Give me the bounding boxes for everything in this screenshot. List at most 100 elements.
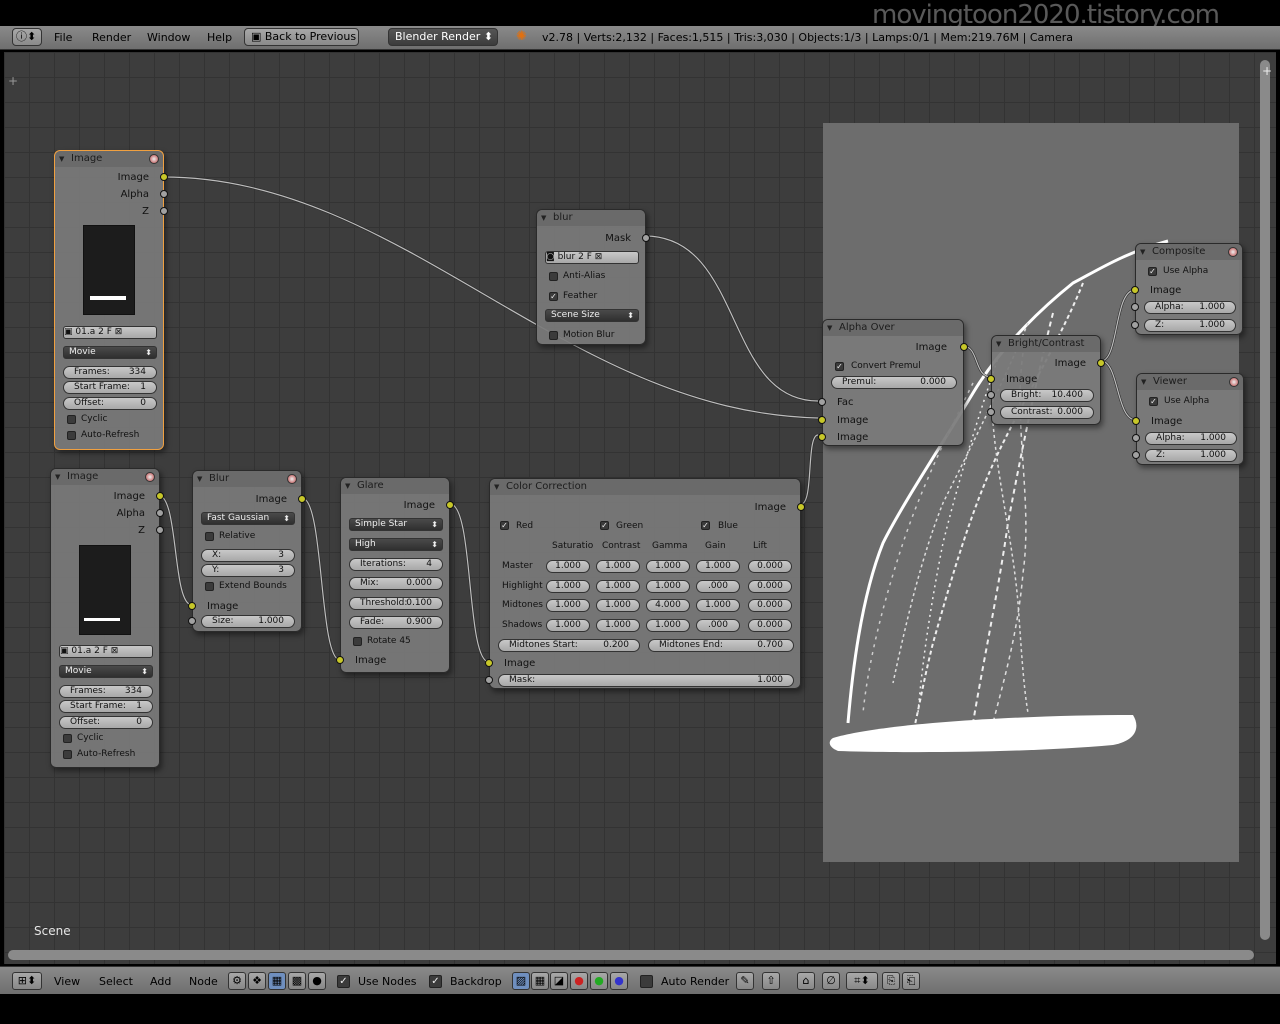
- premul-field[interactable]: Premul: 0.000: [831, 376, 957, 389]
- cc-field[interactable]: .000: [696, 619, 740, 632]
- channel-red-icon[interactable]: ●: [570, 972, 588, 990]
- size-field[interactable]: Size: 1.000: [201, 615, 295, 628]
- z-field[interactable]: Z: 1.000: [1145, 449, 1237, 462]
- use-alpha-checkbox[interactable]: ✓: [1148, 267, 1157, 276]
- size-mode-select[interactable]: Scene Size: [545, 309, 639, 322]
- anti-alias-checkbox[interactable]: [549, 272, 558, 281]
- menu-view[interactable]: View: [54, 975, 80, 988]
- cc-field[interactable]: .000: [696, 580, 740, 593]
- node-header[interactable]: Color Correction: [490, 479, 800, 495]
- input-image-socket[interactable]: [188, 602, 196, 610]
- output-alpha-socket[interactable]: [160, 190, 168, 198]
- close-icon[interactable]: ⊠: [111, 646, 119, 656]
- cc-field[interactable]: 1.000: [596, 619, 640, 632]
- channels-rgb-icon[interactable]: ▨: [512, 972, 530, 990]
- menu-add[interactable]: Add: [150, 975, 171, 988]
- cc-field[interactable]: 1.000: [596, 560, 640, 573]
- iterations-field[interactable]: Iterations: 4: [349, 558, 443, 571]
- node-header[interactable]: Image: [51, 469, 159, 485]
- image-datablock[interactable]: ▣ 01.a 2 F ⊠: [63, 326, 157, 339]
- feather-checkbox[interactable]: ✓: [549, 292, 558, 301]
- material-icon[interactable]: ●: [308, 972, 326, 990]
- node-preview-icon[interactable]: [149, 154, 159, 164]
- use-alpha-checkbox[interactable]: ✓: [1149, 397, 1158, 406]
- cc-field[interactable]: 1.000: [546, 619, 590, 632]
- output-image-socket[interactable]: [797, 503, 805, 511]
- bright-field[interactable]: Bright: 10.400: [1000, 389, 1094, 402]
- cc-field[interactable]: 1.000: [646, 560, 690, 573]
- input-image-socket[interactable]: [987, 375, 995, 383]
- output-image-socket[interactable]: [446, 501, 454, 509]
- pin-icon[interactable]: ✎: [736, 972, 754, 990]
- input-size-socket[interactable]: [188, 617, 196, 625]
- node-header[interactable]: Image: [55, 151, 163, 167]
- output-alpha-socket[interactable]: [156, 509, 164, 517]
- toolshelf-toggle-icon[interactable]: +: [8, 74, 18, 88]
- bright-contrast-node[interactable]: Bright/Contrast Image Image Bright:10.40…: [987, 335, 1105, 425]
- input-image-socket[interactable]: [1131, 286, 1139, 294]
- rotate45-checkbox[interactable]: [353, 637, 362, 646]
- alpha-over-node[interactable]: Alpha Over Image ✓ Convert Premul Premul:…: [818, 319, 968, 446]
- channels-alpha-icon[interactable]: ▦: [531, 972, 549, 990]
- mask-field[interactable]: Mask: 1.000: [498, 674, 794, 687]
- offset-field[interactable]: Offset: 0: [63, 397, 157, 410]
- menu-window[interactable]: Window: [147, 31, 190, 44]
- motion-blur-checkbox[interactable]: [549, 331, 558, 340]
- cc-field[interactable]: 1.000: [596, 580, 640, 593]
- cc-field[interactable]: 1.000: [696, 560, 740, 573]
- editor-type-button[interactable]: ⊞⬍: [12, 972, 42, 990]
- cc-field[interactable]: 0.000: [748, 580, 792, 593]
- channel-blue-icon[interactable]: ●: [610, 972, 628, 990]
- frames-field[interactable]: Frames: 334: [63, 366, 157, 379]
- fade-field[interactable]: Fade: 0.900: [349, 616, 443, 629]
- node-header[interactable]: Bright/Contrast: [992, 336, 1100, 352]
- input-z-socket[interactable]: [1131, 321, 1139, 329]
- mask-node[interactable]: blur Mask ◙ blur 2 F ⊠ Anti-Alias ✓ Feath…: [536, 209, 650, 345]
- output-image-socket[interactable]: [298, 495, 306, 503]
- contrast-field[interactable]: Contrast: 0.000: [1000, 406, 1094, 419]
- x-field[interactable]: X: 3: [201, 549, 295, 562]
- vertical-scrollbar[interactable]: [1260, 60, 1270, 940]
- convert-premul-checkbox[interactable]: ✓: [835, 362, 844, 371]
- paste-icon[interactable]: ⎗: [902, 972, 920, 990]
- node-preview-icon[interactable]: [1228, 247, 1238, 257]
- output-z-socket[interactable]: [160, 207, 168, 215]
- node-header[interactable]: Viewer: [1137, 374, 1243, 390]
- render-engine-select[interactable]: Blender Render ⬍: [388, 28, 498, 46]
- cc-field[interactable]: 1.000: [646, 580, 690, 593]
- image-source-select[interactable]: Movie: [59, 665, 153, 678]
- blue-checkbox[interactable]: ✓: [701, 521, 710, 530]
- channels-rgba-icon[interactable]: ◪: [550, 972, 568, 990]
- alpha-field[interactable]: Alpha: 1.000: [1145, 432, 1237, 445]
- mix-field[interactable]: Mix: 0.000: [349, 577, 443, 590]
- z-field[interactable]: Z: 1.000: [1144, 319, 1236, 332]
- copy-icon[interactable]: ⎘: [882, 972, 900, 990]
- input-bright-socket[interactable]: [987, 391, 995, 399]
- input-alpha-socket[interactable]: [1132, 434, 1140, 442]
- auto-refresh-checkbox[interactable]: [63, 750, 72, 759]
- menu-render[interactable]: Render: [92, 31, 131, 44]
- node-header[interactable]: Glare: [341, 478, 449, 494]
- input-alpha-socket[interactable]: [1131, 303, 1139, 311]
- cc-field[interactable]: 1.000: [546, 580, 590, 593]
- alpha-field[interactable]: Alpha: 1.000: [1144, 301, 1236, 314]
- glare-type-select[interactable]: Simple Star: [349, 518, 443, 531]
- output-image-socket[interactable]: [160, 173, 168, 181]
- start-frame-field[interactable]: Start Frame: 1: [63, 381, 157, 394]
- offset-field[interactable]: Offset: 0: [59, 716, 153, 729]
- input-image-socket[interactable]: [336, 656, 344, 664]
- glare-node[interactable]: Glare Image Simple Star High Iterations:…: [336, 477, 454, 673]
- cc-field[interactable]: 1.000: [546, 560, 590, 573]
- close-icon[interactable]: ⊠: [595, 252, 603, 262]
- threshold-field[interactable]: Threshold: 0.100: [349, 597, 443, 610]
- menu-node[interactable]: Node: [189, 975, 218, 988]
- object-tree-icon[interactable]: ❖: [248, 972, 266, 990]
- node-preview-icon[interactable]: [287, 474, 297, 484]
- snap-element-icon[interactable]: ∅: [822, 972, 840, 990]
- image-node-1[interactable]: Image Image Alpha Z ▣ 01.a 2 F ⊠ Movie F…: [54, 150, 168, 450]
- output-z-socket[interactable]: [156, 526, 164, 534]
- blur-node[interactable]: Blur Image Fast Gaussian Relative X:3 Y:…: [188, 470, 306, 632]
- output-image-socket[interactable]: [156, 492, 164, 500]
- cc-field[interactable]: 1.000: [696, 599, 740, 612]
- input-image-socket[interactable]: [1132, 417, 1140, 425]
